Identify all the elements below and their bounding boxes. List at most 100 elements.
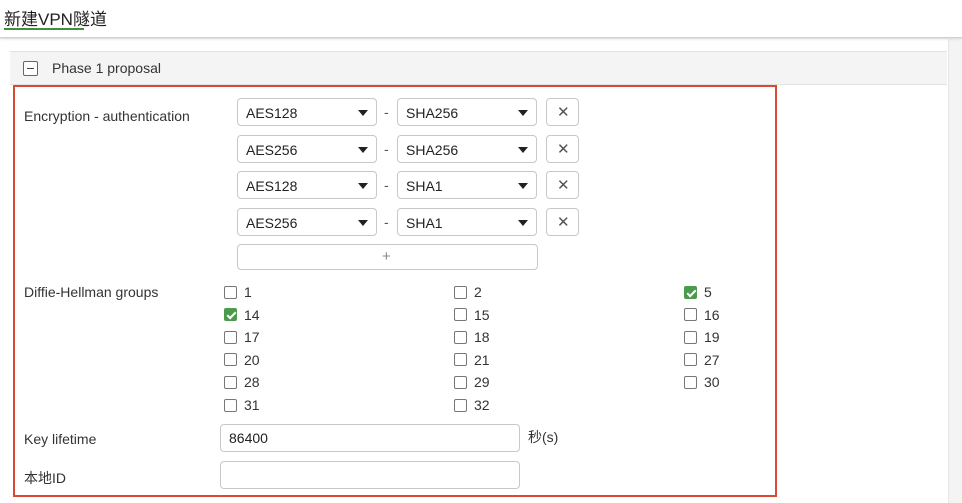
authentication-select-value: SHA256 [406,105,459,121]
dh-group-checkbox[interactable]: 30 [684,374,720,390]
dh-group-label: 16 [704,306,720,323]
dh-group-label: 18 [474,329,490,346]
authentication-select[interactable]: SHA256 [397,98,537,126]
title-underline [4,28,84,30]
form-content: Phase 1 proposal Encryption - authentica… [0,39,948,503]
authentication-select[interactable]: SHA1 [397,171,537,199]
caret-down-icon [518,220,528,226]
caret-down-icon [518,147,528,153]
dh-group-checkbox[interactable]: 14 [224,307,260,323]
close-icon: ✕ [557,177,570,194]
caret-down-icon [358,110,368,116]
dh-group-label: 31 [244,397,260,413]
dh-group-checkbox[interactable]: 20 [224,352,260,368]
caret-down-icon [358,220,368,226]
encryption-select-value: AES128 [246,105,298,121]
dh-group-checkbox[interactable]: 21 [454,352,490,368]
checkbox-icon[interactable] [224,375,237,389]
checkbox-icon[interactable] [224,330,237,344]
dh-group-label: 27 [704,351,720,368]
encryption-select-value: AES256 [246,142,298,158]
checkbox-icon[interactable] [684,308,697,322]
checkbox-icon[interactable] [684,375,697,389]
dh-group-label: 20 [244,351,260,368]
encryption-select[interactable]: AES128 [237,98,377,126]
authentication-select-value: SHA256 [406,142,459,158]
dh-group-label: 28 [244,374,260,391]
dh-group-label: 1 [244,284,252,300]
caret-down-icon [358,183,368,189]
phase1-section-header[interactable]: Phase 1 proposal [10,51,947,85]
encryption-select[interactable]: AES256 [237,135,377,163]
scrollbar-track[interactable] [948,39,962,503]
checkbox-icon[interactable] [454,285,467,299]
caret-down-icon [358,147,368,153]
dh-group-label: 19 [704,329,720,346]
caret-down-icon [518,110,528,116]
dh-group-checkbox[interactable]: 19 [684,329,720,345]
dh-group-label: 15 [474,306,490,323]
key-lifetime-input[interactable] [220,424,520,452]
separator-dash: - [384,104,389,120]
dh-group-checkbox[interactable]: 1 [224,284,252,300]
dh-group-checkbox[interactable]: 15 [454,307,490,323]
separator-dash: - [384,177,389,193]
dh-group-label: 29 [474,374,490,391]
dh-group-checkbox[interactable]: 31 [224,397,260,413]
dh-group-checkbox[interactable]: 27 [684,352,720,368]
dh-group-checkbox[interactable]: 2 [454,284,482,300]
dh-group-label: 30 [704,374,720,391]
checkbox-icon[interactable] [224,285,237,299]
separator-dash: - [384,214,389,230]
checkbox-icon[interactable] [454,375,467,389]
dh-group-checkbox[interactable]: 17 [224,329,260,345]
checkbox-icon[interactable] [684,353,697,367]
encryption-select[interactable]: AES128 [237,171,377,199]
dh-group-label: 2 [474,284,482,300]
encryption-select[interactable]: AES256 [237,208,377,236]
section-title: Phase 1 proposal [52,60,161,76]
header-bar: 新建VPN隧道 [0,0,962,38]
checkbox-checked-icon[interactable] [684,285,697,299]
checkbox-icon[interactable] [454,308,467,322]
key-lifetime-label: Key lifetime [24,431,97,447]
remove-proposal-button[interactable]: ✕ [546,98,579,126]
encryption-auth-label: Encryption - authentication [24,108,190,124]
remove-proposal-button[interactable]: ✕ [546,171,579,199]
dh-group-checkbox[interactable]: 18 [454,329,490,345]
dh-group-label: 32 [474,397,490,413]
separator-dash: - [384,141,389,157]
dh-group-label: 14 [244,306,260,323]
caret-down-icon [518,183,528,189]
checkbox-icon[interactable] [224,398,237,412]
checkbox-icon[interactable] [454,353,467,367]
local-id-input[interactable] [220,461,520,489]
close-icon: ✕ [557,141,570,158]
encryption-select-value: AES256 [246,215,298,231]
checkbox-checked-icon[interactable] [224,308,237,322]
add-proposal-button[interactable]: + [237,244,538,270]
dh-group-checkbox[interactable]: 32 [454,397,490,413]
remove-proposal-button[interactable]: ✕ [546,135,579,163]
authentication-select[interactable]: SHA256 [397,135,537,163]
authentication-select-value: SHA1 [406,215,443,231]
dh-group-checkbox[interactable]: 29 [454,374,490,390]
checkbox-icon[interactable] [224,353,237,367]
dh-group-checkbox[interactable]: 28 [224,374,260,390]
collapse-icon[interactable] [23,61,38,76]
checkbox-icon[interactable] [684,330,697,344]
dh-group-label: 21 [474,351,490,368]
checkbox-icon[interactable] [454,398,467,412]
authentication-select[interactable]: SHA1 [397,208,537,236]
close-icon: ✕ [557,214,570,231]
encryption-select-value: AES128 [246,178,298,194]
dh-group-checkbox[interactable]: 5 [684,284,712,300]
page-title: 新建VPN隧道 [4,10,107,29]
dh-group-label: 5 [704,284,712,300]
key-lifetime-unit: 秒(s) [528,429,559,445]
checkbox-icon[interactable] [454,330,467,344]
remove-proposal-button[interactable]: ✕ [546,208,579,236]
dh-group-checkbox[interactable]: 16 [684,307,720,323]
local-id-label: 本地ID [24,470,66,486]
dh-groups-label: Diffie-Hellman groups [24,284,159,300]
